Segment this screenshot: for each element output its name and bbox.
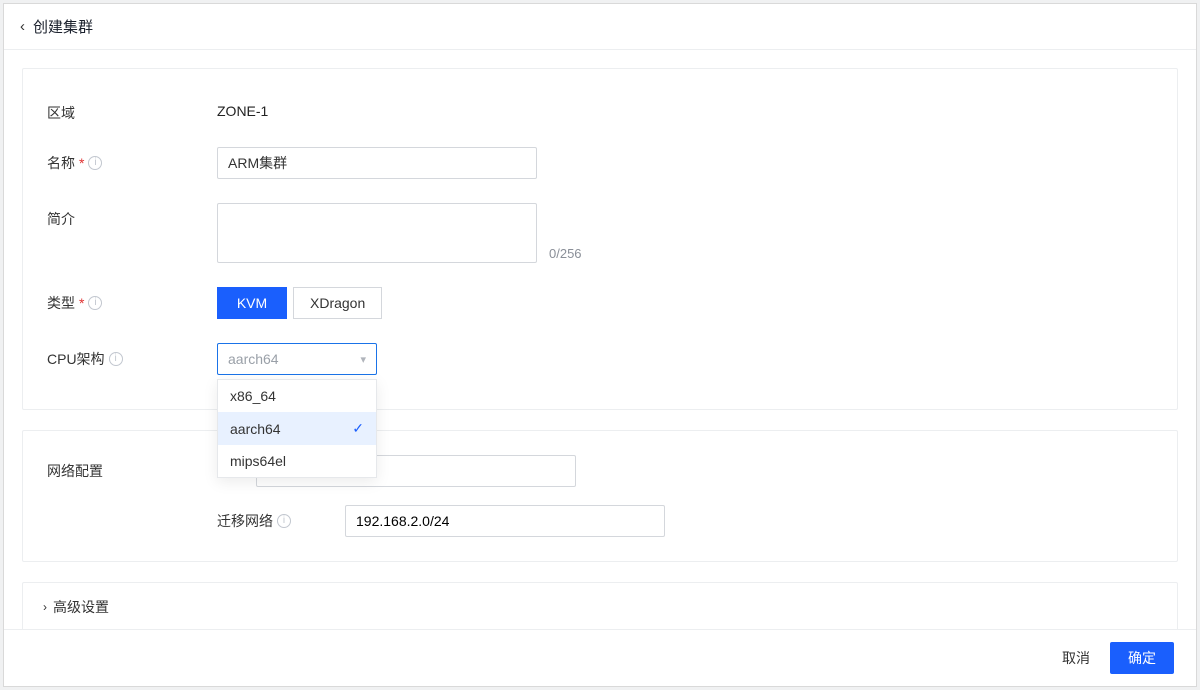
desc-textarea[interactable] — [217, 203, 537, 263]
cpu-arch-select[interactable]: aarch64 ▾ — [217, 343, 377, 375]
cpu-arch-select-placeholder: aarch64 — [228, 351, 279, 367]
check-icon: ✓ — [352, 420, 364, 437]
network-section-label: 网络配置 — [47, 455, 217, 481]
cancel-button[interactable]: 取消 — [1062, 648, 1090, 668]
cpu-arch-label: CPU架构 — [47, 349, 105, 369]
cpu-arch-option-x86_64[interactable]: x86_64 — [218, 380, 376, 412]
migrate-network-label: 迁移网络 — [217, 511, 273, 531]
zone-label: 区域 — [47, 97, 217, 123]
info-icon[interactable]: i — [277, 514, 291, 528]
required-star-icon: * — [79, 155, 84, 171]
cpu-arch-option-aarch64[interactable]: aarch64 ✓ — [218, 412, 376, 445]
chevron-right-icon: › — [43, 600, 47, 614]
advanced-settings-label: 高级设置 — [53, 597, 109, 617]
confirm-button[interactable]: 确定 — [1110, 642, 1174, 674]
basic-settings-card: 区域 ZONE-1 名称 * i 简介 — [22, 68, 1178, 410]
info-icon[interactable]: i — [88, 296, 102, 310]
name-input[interactable] — [217, 147, 537, 179]
type-option-xdragon[interactable]: XDragon — [293, 287, 382, 319]
cpu-arch-dropdown: x86_64 aarch64 ✓ mips64el — [217, 379, 377, 478]
back-icon[interactable]: ‹ — [20, 18, 25, 35]
type-label: 类型 — [47, 293, 75, 313]
network-settings-card: 网络配置 mgmt 迁移网络 i — [22, 430, 1178, 562]
page-title: 创建集群 — [33, 16, 93, 37]
desc-char-count: 0/256 — [545, 246, 582, 263]
required-star-icon: * — [79, 295, 84, 311]
cpu-arch-option-mips64el[interactable]: mips64el — [218, 445, 376, 477]
info-icon[interactable]: i — [109, 352, 123, 366]
name-label: 名称 — [47, 153, 75, 173]
migrate-network-input[interactable] — [345, 505, 665, 537]
chevron-down-icon: ▾ — [360, 353, 366, 366]
info-icon[interactable]: i — [88, 156, 102, 170]
zone-value: ZONE-1 — [217, 97, 268, 119]
advanced-settings-expander[interactable]: › 高级设置 — [22, 582, 1178, 629]
footer-bar: 取消 确定 — [4, 629, 1196, 686]
type-option-kvm[interactable]: KVM — [217, 287, 287, 319]
page-header: ‹ 创建集群 — [4, 4, 1196, 50]
desc-label: 简介 — [47, 203, 217, 229]
